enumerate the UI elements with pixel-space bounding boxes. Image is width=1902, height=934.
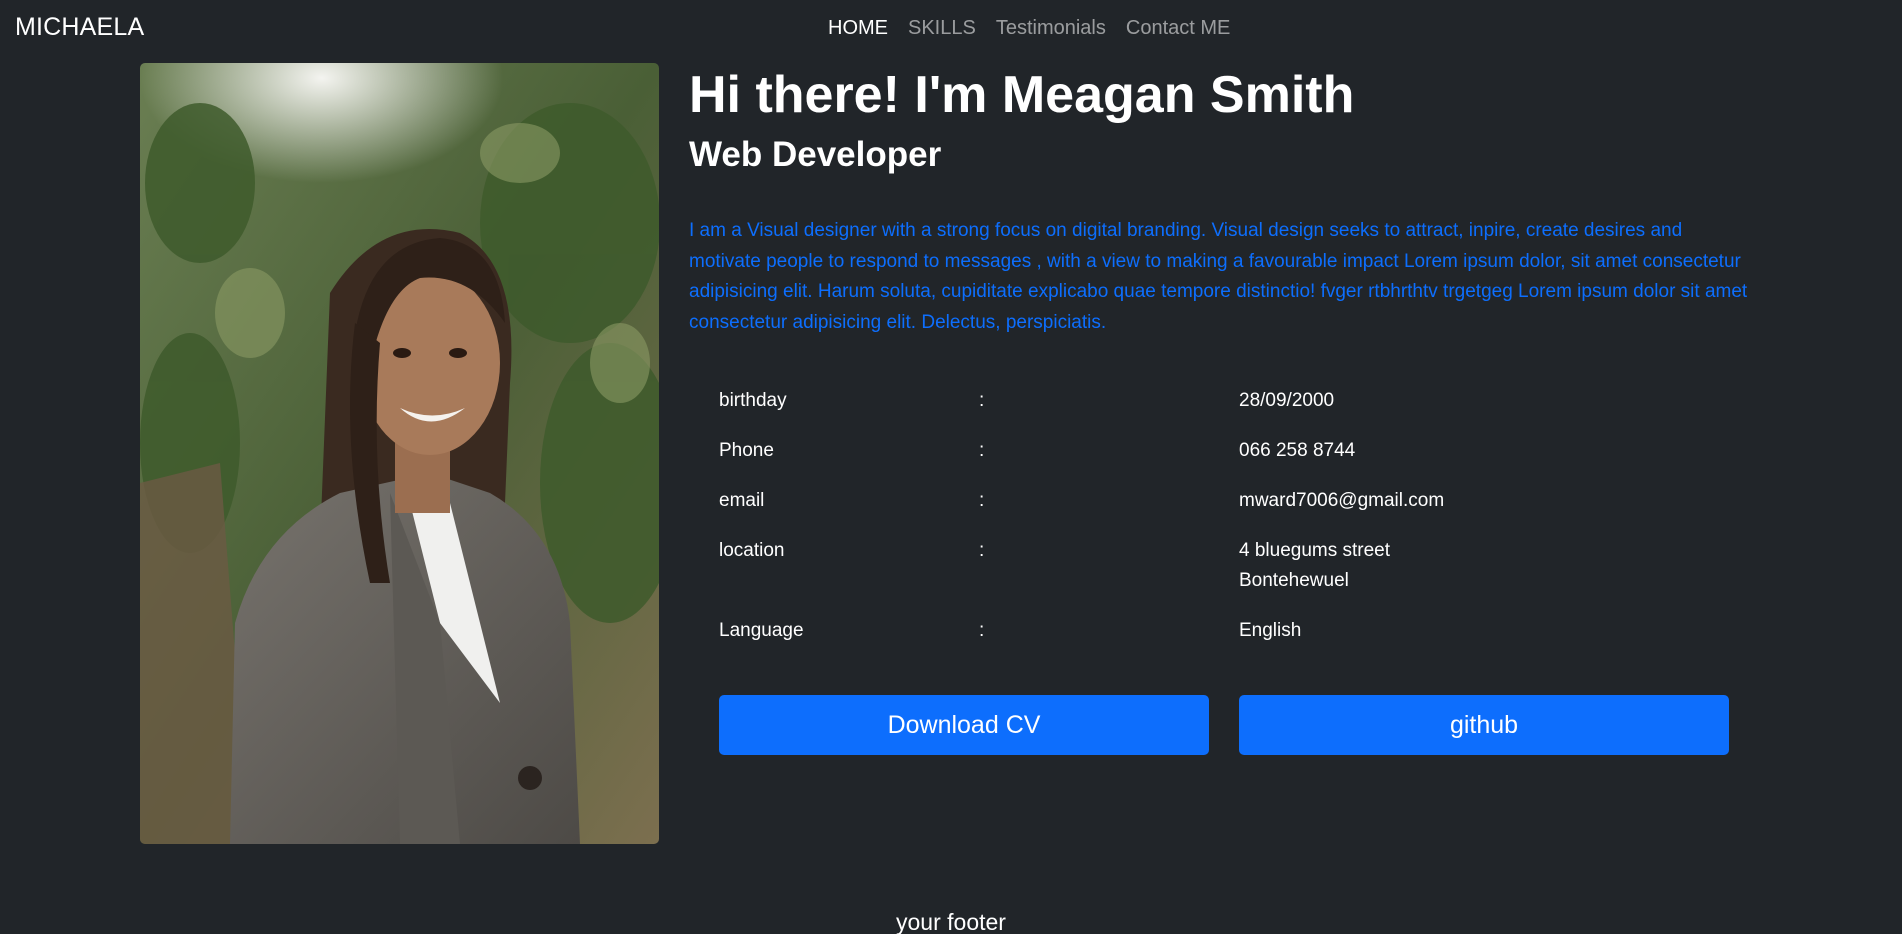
info-row-location: location : 4 bluegums street Bontehewuel bbox=[719, 536, 1729, 596]
info-row-language: Language : English bbox=[719, 616, 1729, 646]
info-key: Phone bbox=[719, 440, 774, 461]
download-cv-button[interactable]: Download CV bbox=[719, 695, 1209, 755]
info-key: birthday bbox=[719, 390, 787, 411]
info-row-birthday: birthday : 28/09/2000 bbox=[719, 386, 1729, 416]
footer: your footer bbox=[0, 909, 1902, 934]
info-separator: : bbox=[979, 540, 985, 561]
location-line-1: 4 bluegums street bbox=[1239, 540, 1391, 561]
nav-link-skills[interactable]: SKILLS bbox=[908, 17, 976, 40]
info-value: 066 258 8744 bbox=[1239, 440, 1356, 461]
bio-paragraph: I am a Visual designer with a strong foc… bbox=[689, 220, 1748, 333]
info-value: 28/09/2000 bbox=[1239, 390, 1335, 411]
nav-links: HOME SKILLS Testimonials Contact ME bbox=[828, 17, 1230, 40]
info-value: 4 bluegums street Bontehewuel bbox=[1239, 536, 1729, 596]
info-key: Language bbox=[719, 620, 804, 641]
info-row-phone: Phone : 066 258 8744 bbox=[719, 436, 1729, 466]
info-separator: : bbox=[979, 440, 985, 461]
profile-photo-image bbox=[140, 63, 659, 844]
location-line-2: Bontehewuel bbox=[1239, 570, 1349, 591]
info-key: email bbox=[719, 490, 765, 511]
footer-text: your footer bbox=[896, 909, 1006, 934]
brand-logo[interactable]: MICHAELA bbox=[15, 13, 144, 42]
hero-subtitle: Web Developer bbox=[689, 135, 942, 174]
info-table: birthday : 28/09/2000 Phone : 066 258 87… bbox=[719, 386, 1729, 666]
info-separator: : bbox=[979, 490, 985, 511]
profile-photo bbox=[140, 63, 659, 844]
navbar: MICHAELA HOME SKILLS Testimonials Contac… bbox=[0, 0, 1902, 60]
info-key: location bbox=[719, 540, 785, 561]
info-separator: : bbox=[979, 390, 985, 411]
info-value: mward7006@gmail.com bbox=[1239, 490, 1445, 511]
hero-title: Hi there! I'm Meagan Smith bbox=[689, 66, 1355, 124]
github-button[interactable]: github bbox=[1239, 695, 1729, 755]
nav-link-home[interactable]: HOME bbox=[828, 17, 888, 40]
nav-link-contact[interactable]: Contact ME bbox=[1126, 17, 1230, 40]
info-separator: : bbox=[979, 620, 985, 641]
info-value: English bbox=[1239, 620, 1302, 641]
info-row-email: email : mward7006@gmail.com bbox=[719, 486, 1729, 516]
nav-link-testimonials[interactable]: Testimonials bbox=[996, 17, 1106, 40]
